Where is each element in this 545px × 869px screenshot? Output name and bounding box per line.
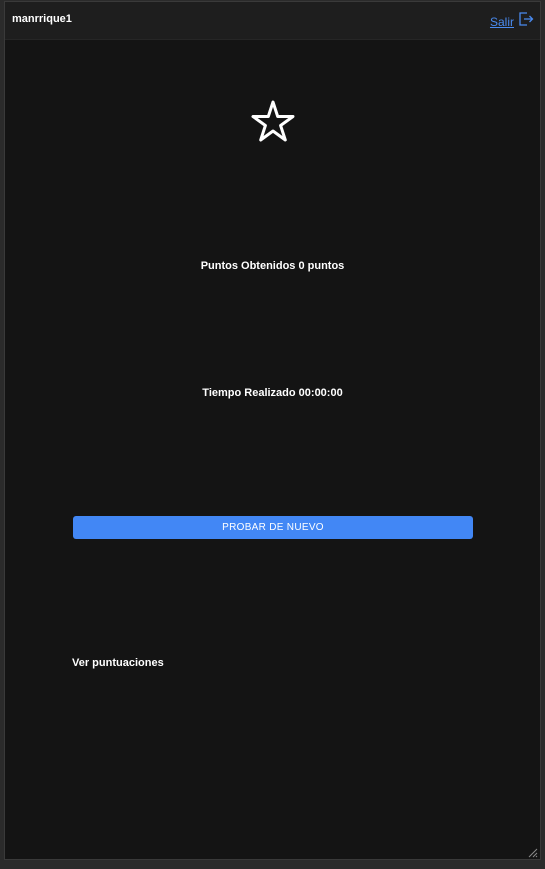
resize-grip-icon[interactable] bbox=[526, 845, 538, 858]
view-scores-link[interactable]: Ver puntuaciones bbox=[72, 657, 164, 669]
top-bar: manrrique1 Salir bbox=[5, 2, 540, 40]
logout-icon bbox=[518, 12, 534, 31]
app-frame: manrrique1 Salir Puntos Obtenidos 0 punt… bbox=[0, 0, 545, 869]
logout-button[interactable]: Salir bbox=[490, 12, 534, 31]
time-result: Tiempo Realizado 00:00:00 bbox=[202, 387, 343, 399]
retry-button[interactable]: PROBAR DE NUEVO bbox=[73, 516, 473, 539]
app-window: manrrique1 Salir Puntos Obtenidos 0 punt… bbox=[4, 1, 541, 860]
points-result: Puntos Obtenidos 0 puntos bbox=[200, 260, 345, 272]
logout-label: Salir bbox=[489, 14, 514, 29]
username-label: manrrique1 bbox=[12, 13, 72, 25]
star-outline-icon bbox=[249, 98, 297, 146]
